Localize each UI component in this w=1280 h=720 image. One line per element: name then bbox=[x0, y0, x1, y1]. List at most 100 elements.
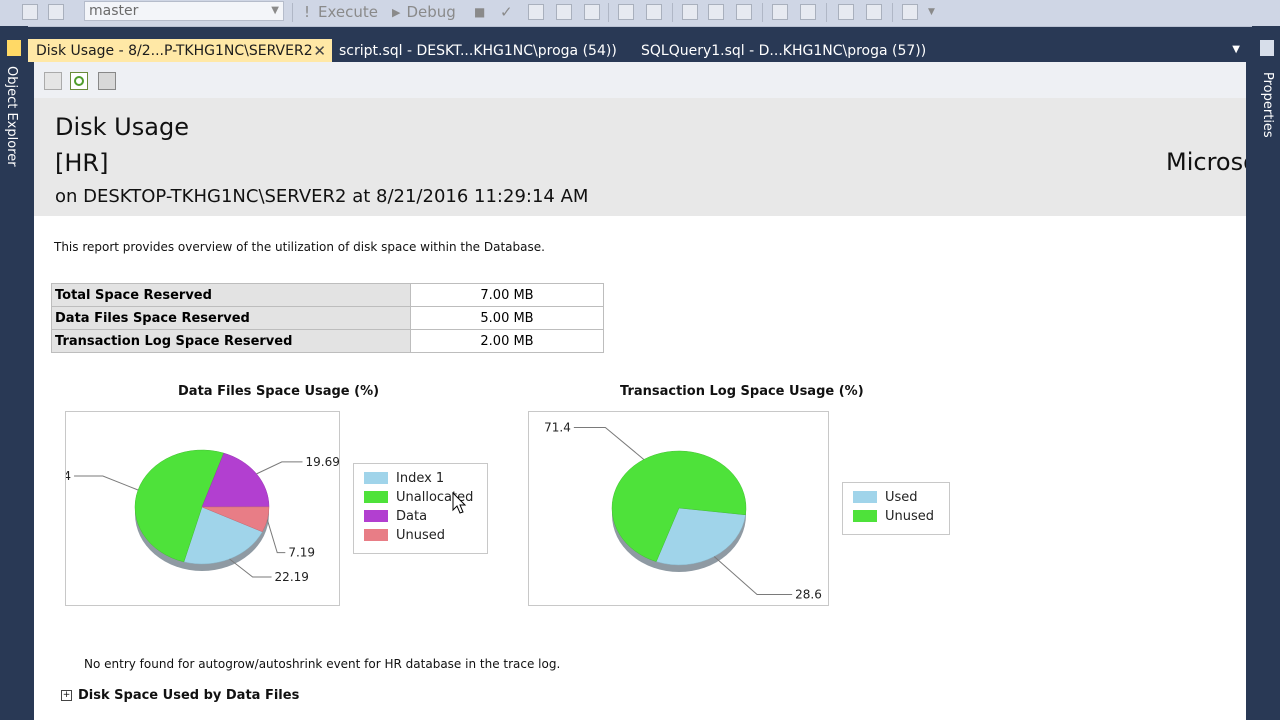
toolbar-icon[interactable] bbox=[48, 4, 64, 20]
summary-value: 7.00 MB bbox=[410, 283, 604, 307]
disk-space-expander[interactable]: + Disk Space Used by Data Files bbox=[61, 688, 299, 703]
check-icon[interactable]: ✓ bbox=[500, 3, 513, 21]
exclamation-icon: ! bbox=[304, 3, 311, 21]
pie-leader-line bbox=[74, 475, 139, 491]
tab-disk-usage[interactable]: Disk Usage - 8/2...P-TKHG1NC\SERVER2 ✕ bbox=[28, 39, 332, 62]
overflow-icon[interactable]: ▼ bbox=[928, 3, 935, 21]
toolbar-icon[interactable] bbox=[22, 4, 38, 20]
stop-icon[interactable]: ■ bbox=[474, 3, 485, 21]
toolbar-icon[interactable] bbox=[772, 4, 788, 20]
tab-sqlquery1[interactable]: SQLQuery1.sql - D...KHG1NC\proga (57)) bbox=[633, 39, 933, 62]
tab-label: SQLQuery1.sql - D...KHG1NC\proga (57)) bbox=[641, 42, 927, 59]
toolbar-icon[interactable] bbox=[866, 4, 882, 20]
execute-button[interactable]: ! Execute bbox=[304, 3, 378, 21]
summary-value: 2.00 MB bbox=[410, 329, 604, 353]
toolbar-icon[interactable] bbox=[584, 4, 600, 20]
pie-data-label: 7.19 bbox=[288, 546, 315, 560]
summary-label: Data Files Space Reserved bbox=[51, 306, 411, 330]
document-map-icon[interactable] bbox=[44, 72, 62, 90]
chart-title: Data Files Space Usage (%) bbox=[178, 384, 380, 399]
toolbar-icon[interactable] bbox=[838, 4, 854, 20]
legend-swatch bbox=[364, 472, 388, 484]
toolbar-icon[interactable] bbox=[618, 4, 634, 20]
pie-leader-line bbox=[256, 461, 303, 475]
summary-label: Total Space Reserved bbox=[51, 283, 411, 307]
pie-data-label: 19.69 bbox=[306, 455, 339, 469]
database-select-value: master bbox=[89, 3, 139, 19]
tab-list-dropdown-icon[interactable]: ▼ bbox=[1232, 44, 1240, 55]
object-explorer-tab[interactable]: Object Explorer bbox=[4, 66, 19, 167]
print-icon[interactable] bbox=[98, 72, 116, 90]
database-select[interactable]: master ▼ bbox=[84, 1, 284, 21]
toolbar-icon[interactable] bbox=[800, 4, 816, 20]
main-toolbar: master ▼ ! Execute ▶ Debug ■ ✓ ▼ bbox=[0, 0, 1280, 27]
legend-label: Data bbox=[396, 508, 428, 524]
report-header: Disk Usage [HR] on DESKTOP-TKHG1NC\SERVE… bbox=[34, 98, 1246, 216]
report-description: This report provides overview of the uti… bbox=[54, 240, 545, 254]
mouse-cursor-icon bbox=[452, 492, 467, 514]
debug-label: Debug bbox=[406, 3, 456, 21]
pie-leader-line bbox=[266, 519, 286, 554]
toolbar-icon[interactable] bbox=[682, 4, 698, 20]
summary-value: 5.00 MB bbox=[410, 306, 604, 330]
summary-label: Transaction Log Space Reserved bbox=[51, 329, 411, 353]
report-toolbar bbox=[34, 62, 1246, 99]
pie-leader-line bbox=[713, 556, 793, 596]
legend-item: Used bbox=[853, 489, 918, 505]
toolbar-icon[interactable] bbox=[528, 4, 544, 20]
close-icon[interactable]: ✕ bbox=[313, 42, 326, 60]
legend-label: Index 1 bbox=[396, 470, 445, 486]
right-side-panel: Properties bbox=[1252, 26, 1280, 720]
legend-swatch bbox=[364, 510, 388, 522]
data-files-chart-area: 22.19 50.94 19.69 7.19 bbox=[37, 411, 340, 606]
debug-button[interactable]: ▶ Debug bbox=[392, 3, 456, 21]
toolbar-icon[interactable] bbox=[736, 4, 752, 20]
legend-swatch bbox=[364, 491, 388, 503]
chevron-down-icon: ▼ bbox=[271, 5, 279, 16]
report-document: Disk Usage [HR] on DESKTOP-TKHG1NC\SERVE… bbox=[34, 62, 1246, 720]
report-subtitle: on DESKTOP-TKHG1NC\SERVER2 at 8/21/2016 … bbox=[55, 186, 589, 207]
chart-title: Transaction Log Space Usage (%) bbox=[620, 384, 864, 399]
tab-label: script.sql - DESKT...KHG1NC\proga (54)) bbox=[339, 42, 617, 59]
legend-swatch bbox=[853, 491, 877, 503]
report-database: [HR] bbox=[55, 149, 109, 177]
left-side-panel: Object Explorer bbox=[0, 26, 28, 720]
data-files-pie-chart: 22.19 50.94 19.69 7.19 bbox=[37, 449, 340, 584]
expander-label: Disk Space Used by Data Files bbox=[78, 688, 300, 703]
refresh-icon[interactable] bbox=[70, 72, 88, 90]
autogrow-note: No entry found for autogrow/autoshrink e… bbox=[84, 657, 561, 671]
table-row: Data Files Space Reserved 5.00 MB bbox=[51, 306, 604, 330]
legend-item: Data bbox=[364, 508, 427, 524]
toolbar-icon[interactable] bbox=[556, 4, 572, 20]
legend-label: Used bbox=[885, 489, 918, 505]
legend-swatch bbox=[364, 529, 388, 541]
properties-tab[interactable]: Properties bbox=[1260, 72, 1275, 138]
toolbar-icon[interactable] bbox=[902, 4, 918, 20]
pin-icon[interactable] bbox=[1260, 40, 1274, 56]
table-row: Total Space Reserved 7.00 MB bbox=[51, 283, 604, 307]
brand-logo-text: Microso bbox=[1166, 148, 1246, 176]
legend-label: Unused bbox=[885, 508, 935, 524]
table-row: Transaction Log Space Reserved 2.00 MB bbox=[51, 329, 604, 353]
expand-plus-icon[interactable]: + bbox=[61, 690, 72, 701]
execute-label: Execute bbox=[318, 3, 379, 21]
transaction-log-pie-chart: 28.6 71.4 bbox=[544, 420, 822, 602]
play-icon: ▶ bbox=[392, 5, 401, 19]
pie-data-label: 50.94 bbox=[66, 469, 71, 483]
summary-table: Total Space Reserved 7.00 MB Data Files … bbox=[51, 283, 604, 353]
pie-data-label: 71.4 bbox=[544, 420, 571, 434]
toolbar-icon[interactable] bbox=[708, 4, 724, 20]
tab-script-sql[interactable]: script.sql - DESKT...KHG1NC\proga (54)) bbox=[331, 39, 631, 62]
transaction-log-chart-area: 28.6 71.4 bbox=[528, 411, 829, 606]
pie-data-label: 28.6 bbox=[795, 588, 822, 602]
document-tabs: Disk Usage - 8/2...P-TKHG1NC\SERVER2 ✕ s… bbox=[28, 36, 1252, 62]
pin-icon[interactable] bbox=[7, 40, 21, 56]
report-title: Disk Usage bbox=[55, 113, 189, 141]
legend-item: Unused bbox=[364, 527, 445, 543]
tab-label: Disk Usage - 8/2...P-TKHG1NC\SERVER2 bbox=[36, 42, 313, 59]
legend-label: Unused bbox=[396, 527, 446, 543]
pie-data-label: 22.19 bbox=[275, 570, 309, 584]
toolbar-icon[interactable] bbox=[646, 4, 662, 20]
legend-item: Index 1 bbox=[364, 470, 444, 486]
legend-swatch bbox=[853, 510, 877, 522]
